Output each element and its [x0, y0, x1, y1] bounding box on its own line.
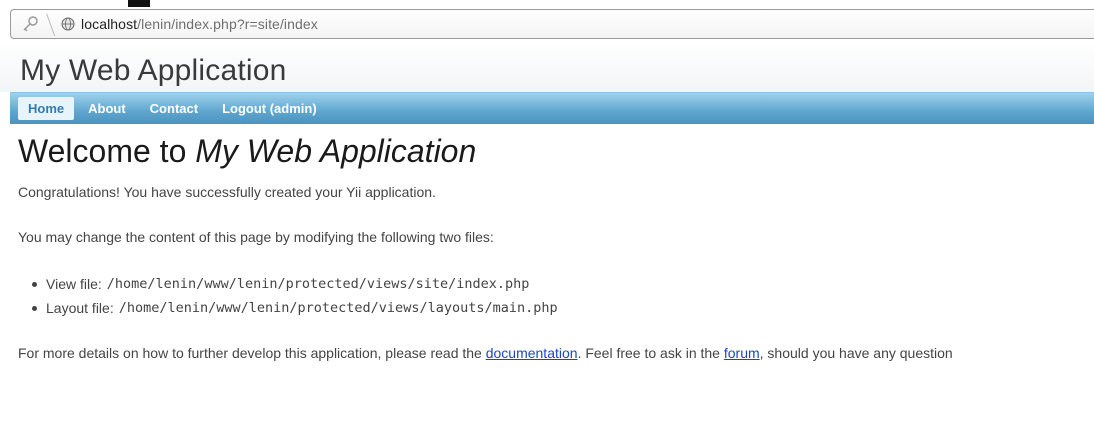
list-item: View file: /home/lenin/www/lenin/protect…	[18, 272, 558, 296]
app-header: My Web Application	[0, 40, 1094, 92]
list-item: Layout file: /home/lenin/www/lenin/prote…	[18, 296, 558, 320]
file-path: /home/lenin/www/lenin/protected/views/si…	[106, 276, 530, 292]
page-heading: Welcome to My Web Application	[18, 133, 1094, 170]
menu-item-about[interactable]: About	[78, 97, 136, 120]
menu-item-home[interactable]: Home	[18, 97, 75, 120]
site-identity-button[interactable]	[11, 10, 49, 38]
url-path: /lenin/index.php?r=site/index	[137, 16, 318, 32]
key-icon	[23, 16, 38, 32]
toolbar-fragment	[128, 0, 150, 7]
main-content: Welcome to My Web Application Congratula…	[18, 125, 1094, 361]
heading-prefix: Welcome to	[18, 133, 196, 169]
main-menu: Home About Contact Logout (admin)	[10, 92, 1094, 124]
more-mid: . Feel free to ask in the	[577, 345, 724, 361]
url-host: localhost	[81, 16, 138, 32]
congrats-text: Congratulations! You have successfully c…	[18, 184, 436, 200]
more-details-text: For more details on how to further devel…	[18, 345, 953, 361]
documentation-link[interactable]: documentation	[486, 345, 578, 361]
address-bar[interactable]: localhost/lenin/index.php?r=site/index	[10, 9, 1094, 39]
app-title: My Web Application	[20, 54, 287, 87]
globe-icon	[61, 17, 75, 31]
more-prefix: For more details on how to further devel…	[18, 345, 486, 361]
file-path: /home/lenin/www/lenin/protected/views/la…	[118, 300, 558, 316]
bullet-icon	[32, 305, 37, 311]
menu-item-logout[interactable]: Logout (admin)	[212, 97, 327, 120]
url-text[interactable]: localhost/lenin/index.php?r=site/index	[81, 16, 318, 32]
heading-app-name: My Web Application	[195, 133, 477, 169]
file-label: View file:	[46, 276, 102, 292]
change-info-text: You may change the content of this page …	[18, 229, 494, 245]
bullet-icon	[32, 281, 37, 287]
file-label: Layout file:	[46, 300, 114, 316]
menu-item-contact[interactable]: Contact	[140, 97, 208, 120]
more-suffix: , should you have any question	[759, 345, 953, 361]
forum-link[interactable]: forum	[724, 345, 760, 361]
file-list: View file: /home/lenin/www/lenin/protect…	[18, 272, 558, 320]
